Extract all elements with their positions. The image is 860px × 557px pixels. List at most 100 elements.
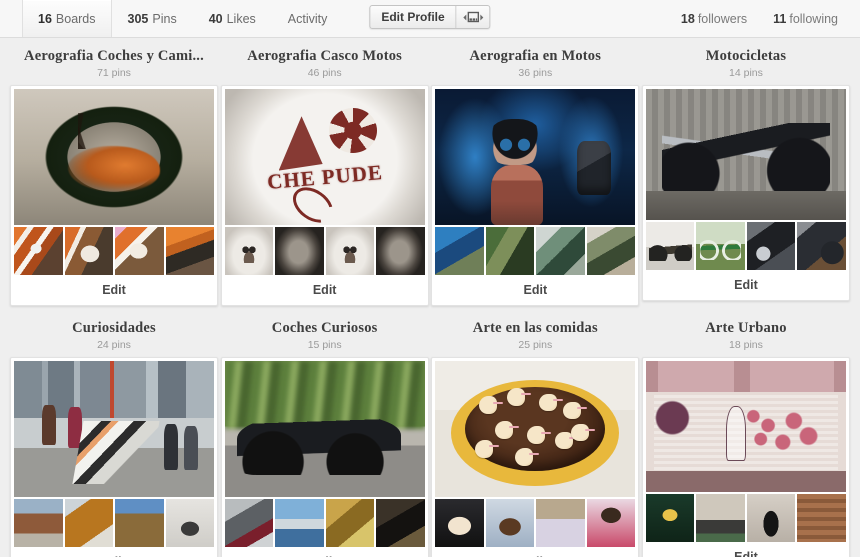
board-thumbnail[interactable] — [746, 494, 796, 542]
marzipan-mouse-shape — [571, 423, 596, 442]
stat-label: followers — [697, 11, 748, 26]
board-title[interactable]: Aerografia Casco Motos — [221, 46, 429, 64]
edit-board-button[interactable]: Edit — [645, 542, 846, 557]
board-thumbnail[interactable] — [797, 494, 846, 542]
board-thumbnail[interactable] — [115, 227, 164, 275]
board-cover-image[interactable] — [435, 361, 636, 497]
board-thumbnail[interactable] — [165, 227, 214, 275]
board-card[interactable]: Edit — [10, 357, 218, 557]
mural-figure-shape — [725, 405, 746, 461]
board-thumbnail[interactable] — [115, 499, 164, 547]
board-title[interactable]: Coches Curiosos — [221, 318, 429, 336]
board-card[interactable]: Edit — [641, 357, 850, 557]
board-thumbnail[interactable] — [797, 222, 846, 270]
tab-label: Pins — [152, 11, 177, 26]
tab-activity[interactable]: Activity — [272, 0, 344, 37]
profile-actions: Edit Profile — [369, 5, 491, 29]
edit-board-button[interactable]: Edit — [645, 270, 846, 300]
board-thumbnail[interactable] — [435, 227, 484, 275]
board-thumbnail[interactable] — [325, 499, 375, 547]
tab-boards[interactable]: 16 Boards — [22, 0, 112, 37]
following-stat[interactable]: 11 following — [773, 12, 838, 26]
board-thumbnail[interactable] — [376, 227, 425, 275]
board-thumbnail[interactable] — [14, 499, 63, 547]
board-cover-image[interactable]: CHE PUDE — [224, 89, 425, 225]
thumbnail-artwork — [14, 499, 63, 547]
board-row-2: Curiosidades 24 pins Edit Coches Curiosos 15… — [10, 318, 850, 557]
board-thumbnail[interactable] — [224, 227, 274, 275]
board-cover-image[interactable] — [645, 89, 846, 220]
board-title[interactable]: Motocicletas — [642, 46, 850, 64]
board-thumbnail[interactable] — [746, 222, 796, 270]
board-thumbnail[interactable] — [536, 499, 585, 547]
board-title[interactable]: Arte Urbano — [642, 318, 850, 336]
thumbnail-artwork — [325, 499, 375, 547]
thumbnail-artwork — [275, 227, 324, 275]
board-thumbnail[interactable] — [485, 499, 535, 547]
board-title[interactable]: Aerografia en Motos — [431, 46, 639, 64]
thumbnail-artwork — [797, 494, 846, 542]
tab-label: Activity — [287, 11, 328, 26]
edit-board-button[interactable]: Edit — [224, 275, 425, 305]
cover-artwork — [435, 89, 636, 225]
board-thumbnail[interactable] — [14, 227, 63, 275]
board-thumbnail[interactable] — [325, 227, 375, 275]
board-thumbnail[interactable] — [645, 494, 695, 542]
board-card[interactable]: Edit — [220, 357, 429, 557]
board-thumbnail[interactable] — [586, 499, 636, 547]
thumbnail-artwork — [746, 222, 796, 270]
board-thumbnail[interactable] — [165, 499, 214, 547]
board-cover-image[interactable] — [435, 89, 636, 225]
board-thumbnail[interactable] — [64, 227, 113, 275]
board-card[interactable]: Edit — [10, 85, 218, 306]
board-card[interactable]: Edit — [641, 85, 850, 301]
street-person-shape — [184, 426, 198, 470]
board-thumbnail-strip — [435, 227, 636, 275]
board-card[interactable]: Edit — [431, 357, 640, 557]
board-title[interactable]: Aerografia Coches y Cami... — [10, 46, 218, 64]
board-cover-image[interactable] — [645, 361, 846, 492]
edit-board-button[interactable]: Edit — [435, 547, 636, 557]
street-person-shape — [164, 423, 178, 470]
profile-action-button-group: Edit Profile — [369, 5, 491, 29]
tab-likes[interactable]: 40 Likes — [193, 0, 272, 37]
board-card[interactable]: CHE PUDE Edit — [220, 85, 429, 306]
board-thumbnail[interactable] — [645, 222, 695, 270]
board-cell: Aerografia en Motos 36 pins Edit — [431, 46, 640, 306]
followers-stat[interactable]: 18 followers — [681, 12, 747, 26]
board-thumbnail[interactable] — [586, 227, 636, 275]
edit-profile-button[interactable]: Edit Profile — [370, 6, 455, 28]
board-cover-image[interactable] — [14, 361, 214, 497]
board-card[interactable]: Edit — [431, 85, 640, 306]
board-cell: Motocicletas 14 pins Edit — [641, 46, 850, 306]
thumbnail-artwork — [224, 499, 274, 547]
board-thumbnail[interactable] — [696, 494, 745, 542]
board-thumbnail[interactable] — [376, 499, 425, 547]
board-title[interactable]: Arte en las comidas — [431, 318, 639, 336]
tab-count: 305 — [127, 11, 149, 26]
edit-board-button[interactable]: Edit — [435, 275, 636, 305]
board-thumbnail[interactable] — [536, 227, 585, 275]
board-thumbnail[interactable] — [275, 227, 324, 275]
board-thumbnail[interactable] — [224, 499, 274, 547]
thumbnail-artwork — [376, 227, 425, 275]
board-thumbnail[interactable] — [64, 499, 113, 547]
reorder-boards-button[interactable] — [455, 6, 490, 28]
board-thumbnail-strip — [435, 499, 636, 547]
tab-pins[interactable]: 305 Pins — [112, 0, 193, 37]
board-thumbnail[interactable] — [696, 222, 745, 270]
board-cover-image[interactable] — [14, 89, 214, 225]
board-thumbnail[interactable] — [275, 499, 324, 547]
board-thumbnail[interactable] — [485, 227, 535, 275]
board-thumbnail[interactable] — [435, 499, 484, 547]
edit-board-button[interactable]: Edit — [14, 275, 214, 305]
cover-artwork — [435, 361, 636, 497]
thumbnail-artwork — [485, 499, 535, 547]
edit-board-button[interactable]: Edit — [14, 547, 214, 557]
board-title[interactable]: Curiosidades — [10, 318, 218, 336]
marzipan-mouse-shape — [539, 393, 564, 412]
board-cell: Curiosidades 24 pins Edit — [10, 318, 218, 557]
thumbnail-artwork — [536, 227, 585, 275]
board-cover-image[interactable] — [224, 361, 425, 497]
edit-board-button[interactable]: Edit — [224, 547, 425, 557]
